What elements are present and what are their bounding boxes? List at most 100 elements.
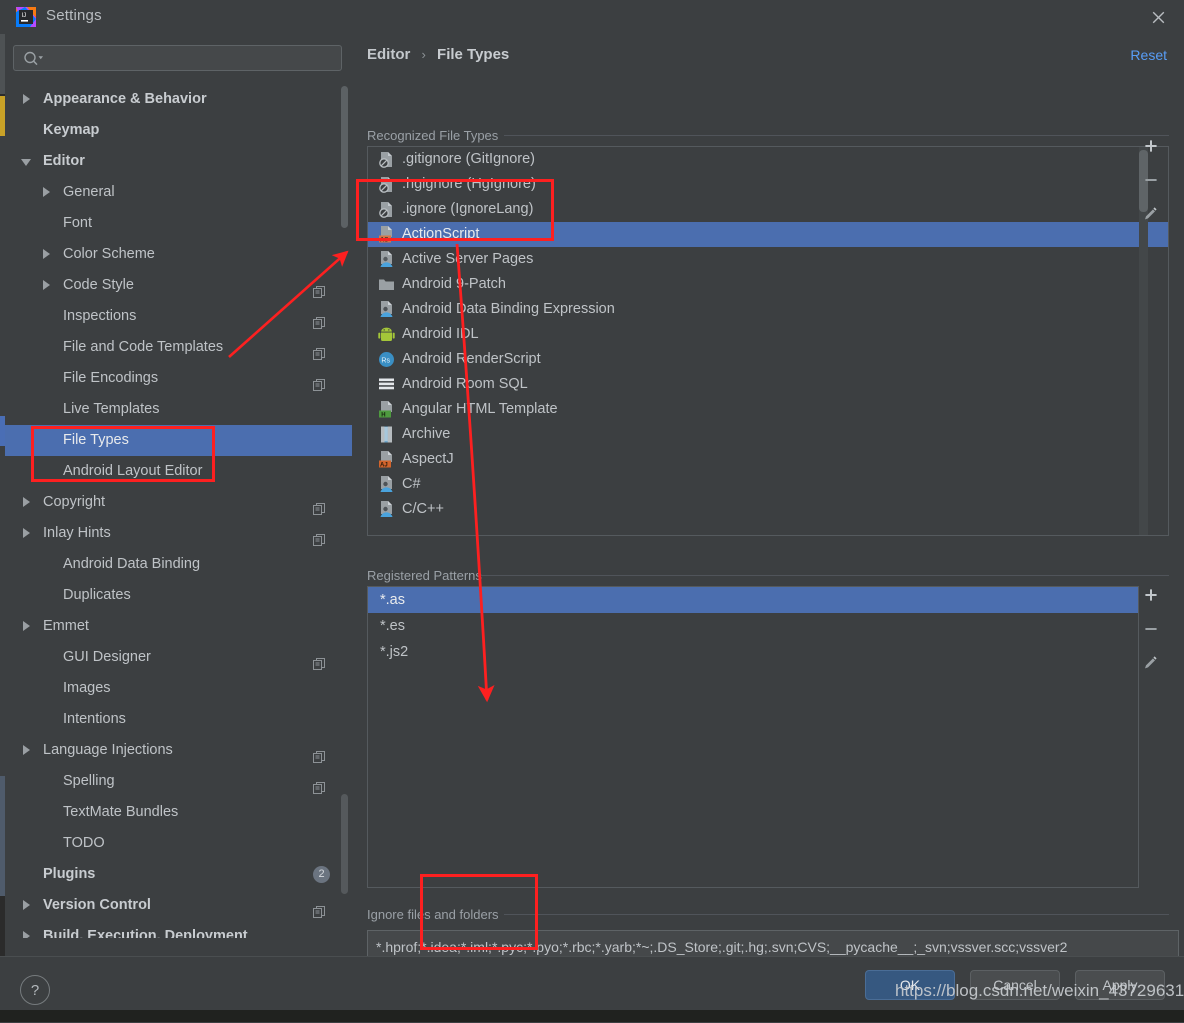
sidebar-item-textmate-bundles[interactable]: TextMate Bundles [5,797,352,828]
chevron-right-icon[interactable] [43,280,50,290]
copy-settings-icon[interactable] [313,372,326,391]
sidebar-scrollbar-thumb[interactable] [341,794,348,894]
file-type-row[interactable]: Active Server Pages [368,247,1168,272]
sidebar-item-editor[interactable]: Editor [5,146,352,177]
chevron-right-icon[interactable] [23,745,30,755]
sidebar-item-file-types[interactable]: File Types [5,425,352,456]
sidebar-item-android-layout-editor[interactable]: Android Layout Editor [5,456,352,487]
close-icon[interactable] [1146,5,1170,29]
sidebar-item-images[interactable]: Images [5,673,352,704]
sidebar-item-live-templates[interactable]: Live Templates [5,394,352,425]
registered-patterns-list[interactable]: *.as *.es *.js2 [367,586,1139,888]
settings-tree[interactable]: Appearance & Behavior Keymap Editor General… [5,84,352,938]
copy-settings-icon[interactable] [313,651,326,670]
sidebar-scrollbar-thumb-top[interactable] [341,86,348,228]
sidebar-item-file-and-code-templates[interactable]: File and Code Templates [5,332,352,363]
sidebar-item-version-control[interactable]: Version Control [5,890,352,921]
copy-settings-icon[interactable] [313,744,326,763]
sidebar-item-gui-designer[interactable]: GUI Designer [5,642,352,673]
patterns-toolbar[interactable] [1134,579,1168,681]
file-type-row[interactable]: Archive [368,422,1168,447]
reset-link[interactable]: Reset [1130,47,1167,63]
search-field-wrapper[interactable] [13,45,344,73]
file-type-row[interactable]: .gitignore (GitIgnore) [368,147,1168,172]
chevron-right-icon[interactable] [23,497,30,507]
settings-dialog: IJ Settings Appearance & Behavior Keymap E… [0,0,1184,1023]
file-type-name: Android Room SQL [402,376,528,392]
chevron-right-icon[interactable] [43,249,50,259]
file-type-row[interactable]: H Angular HTML Template [368,397,1168,422]
file-types-toolbar[interactable] [1134,130,1168,232]
pattern-row[interactable]: *.as [368,587,1138,613]
sidebar-item-label: Inlay Hints [43,525,111,541]
search-input[interactable] [13,45,342,71]
sidebar-item-copyright[interactable]: Copyright [5,487,352,518]
file-type-name: Android Data Binding Expression [402,301,615,317]
copy-settings-icon[interactable] [313,775,326,794]
file-type-row[interactable]: C# [368,472,1168,497]
desktop-taskbar-strip [0,1010,1184,1022]
sidebar-item-general[interactable]: General [5,177,352,208]
file-type-row[interactable]: C/C++ [368,497,1168,522]
help-button[interactable]: ? [20,975,50,1005]
chevron-right-icon[interactable] [23,94,30,104]
file-type-row[interactable]: Android 9-Patch [368,272,1168,297]
sidebar-item-build-execution-deployment[interactable]: Build, Execution, Deployment [5,921,352,938]
sidebar-item-keymap[interactable]: Keymap [5,115,352,146]
chevron-right-icon[interactable] [23,931,30,938]
svg-text:AJ: AJ [380,462,388,468]
android-robot-icon [378,326,395,343]
sidebar-item-plugins[interactable]: Plugins 2 [5,859,352,890]
sidebar-item-font[interactable]: Font [5,208,352,239]
file-type-row[interactable]: .ignore (IgnoreLang) [368,197,1168,222]
chevron-right-icon[interactable] [23,900,30,910]
sidebar-item-label: Duplicates [63,587,131,603]
patterns-minus-button[interactable] [1134,613,1168,647]
pattern-row[interactable]: *.js2 [368,639,1138,665]
chevron-right-icon[interactable] [23,621,30,631]
file-types-plus-button[interactable] [1134,130,1168,164]
file-type-row[interactable]: .hgignore (HgIgnore) [368,172,1168,197]
cancel-button[interactable]: Cancel [970,970,1060,1000]
sidebar-item-intentions[interactable]: Intentions [5,704,352,735]
file-type-row[interactable]: Android Room SQL [368,372,1168,397]
file-types-minus-button[interactable] [1134,164,1168,198]
pattern-row[interactable]: *.es [368,613,1138,639]
sidebar-item-inspections[interactable]: Inspections [5,301,352,332]
ok-button[interactable]: OK [865,970,955,1000]
sidebar-item-android-data-binding[interactable]: Android Data Binding [5,549,352,580]
copy-settings-icon[interactable] [313,496,326,515]
copy-settings-icon[interactable] [313,899,326,918]
patterns-plus-button[interactable] [1134,579,1168,613]
copy-settings-icon[interactable] [313,279,326,298]
sidebar-item-code-style[interactable]: Code Style [5,270,352,301]
file-type-row[interactable]: AS ActionScript [368,222,1168,247]
file-type-row[interactable]: Android Data Binding Expression [368,297,1168,322]
copy-settings-icon[interactable] [313,310,326,329]
file-type-name: Android IDL [402,326,479,342]
file-type-row[interactable]: Rs Android RenderScript [368,347,1168,372]
sidebar-item-emmet[interactable]: Emmet [5,611,352,642]
chevron-right-icon[interactable] [43,187,50,197]
sidebar-item-inlay-hints[interactable]: Inlay Hints [5,518,352,549]
file-type-row[interactable]: AJ AspectJ [368,447,1168,472]
group-divider-2 [480,575,1169,576]
sidebar-item-duplicates[interactable]: Duplicates [5,580,352,611]
recognized-file-types-list[interactable]: .gitignore (GitIgnore) .hgignore (HgIgnor… [367,146,1169,536]
file-types-pencil-edit-button[interactable] [1134,198,1168,232]
apply-button[interactable]: Apply [1075,970,1165,1000]
copy-settings-icon[interactable] [313,341,326,360]
sidebar-item-color-scheme[interactable]: Color Scheme [5,239,352,270]
sidebar-item-file-encodings[interactable]: File Encodings [5,363,352,394]
sidebar-item-appearance-behavior[interactable]: Appearance & Behavior [5,84,352,115]
breadcrumb-root[interactable]: Editor [367,46,410,63]
sidebar-item-spelling[interactable]: Spelling [5,766,352,797]
dialog-title: Settings [46,7,102,24]
file-type-row[interactable]: Android IDL [368,322,1168,347]
sidebar-item-language-injections[interactable]: Language Injections [5,735,352,766]
chevron-down-icon[interactable] [21,159,31,166]
patterns-pencil-edit-button[interactable] [1134,647,1168,681]
copy-settings-icon[interactable] [313,527,326,546]
sidebar-item-todo[interactable]: TODO [5,828,352,859]
chevron-right-icon[interactable] [23,528,30,538]
